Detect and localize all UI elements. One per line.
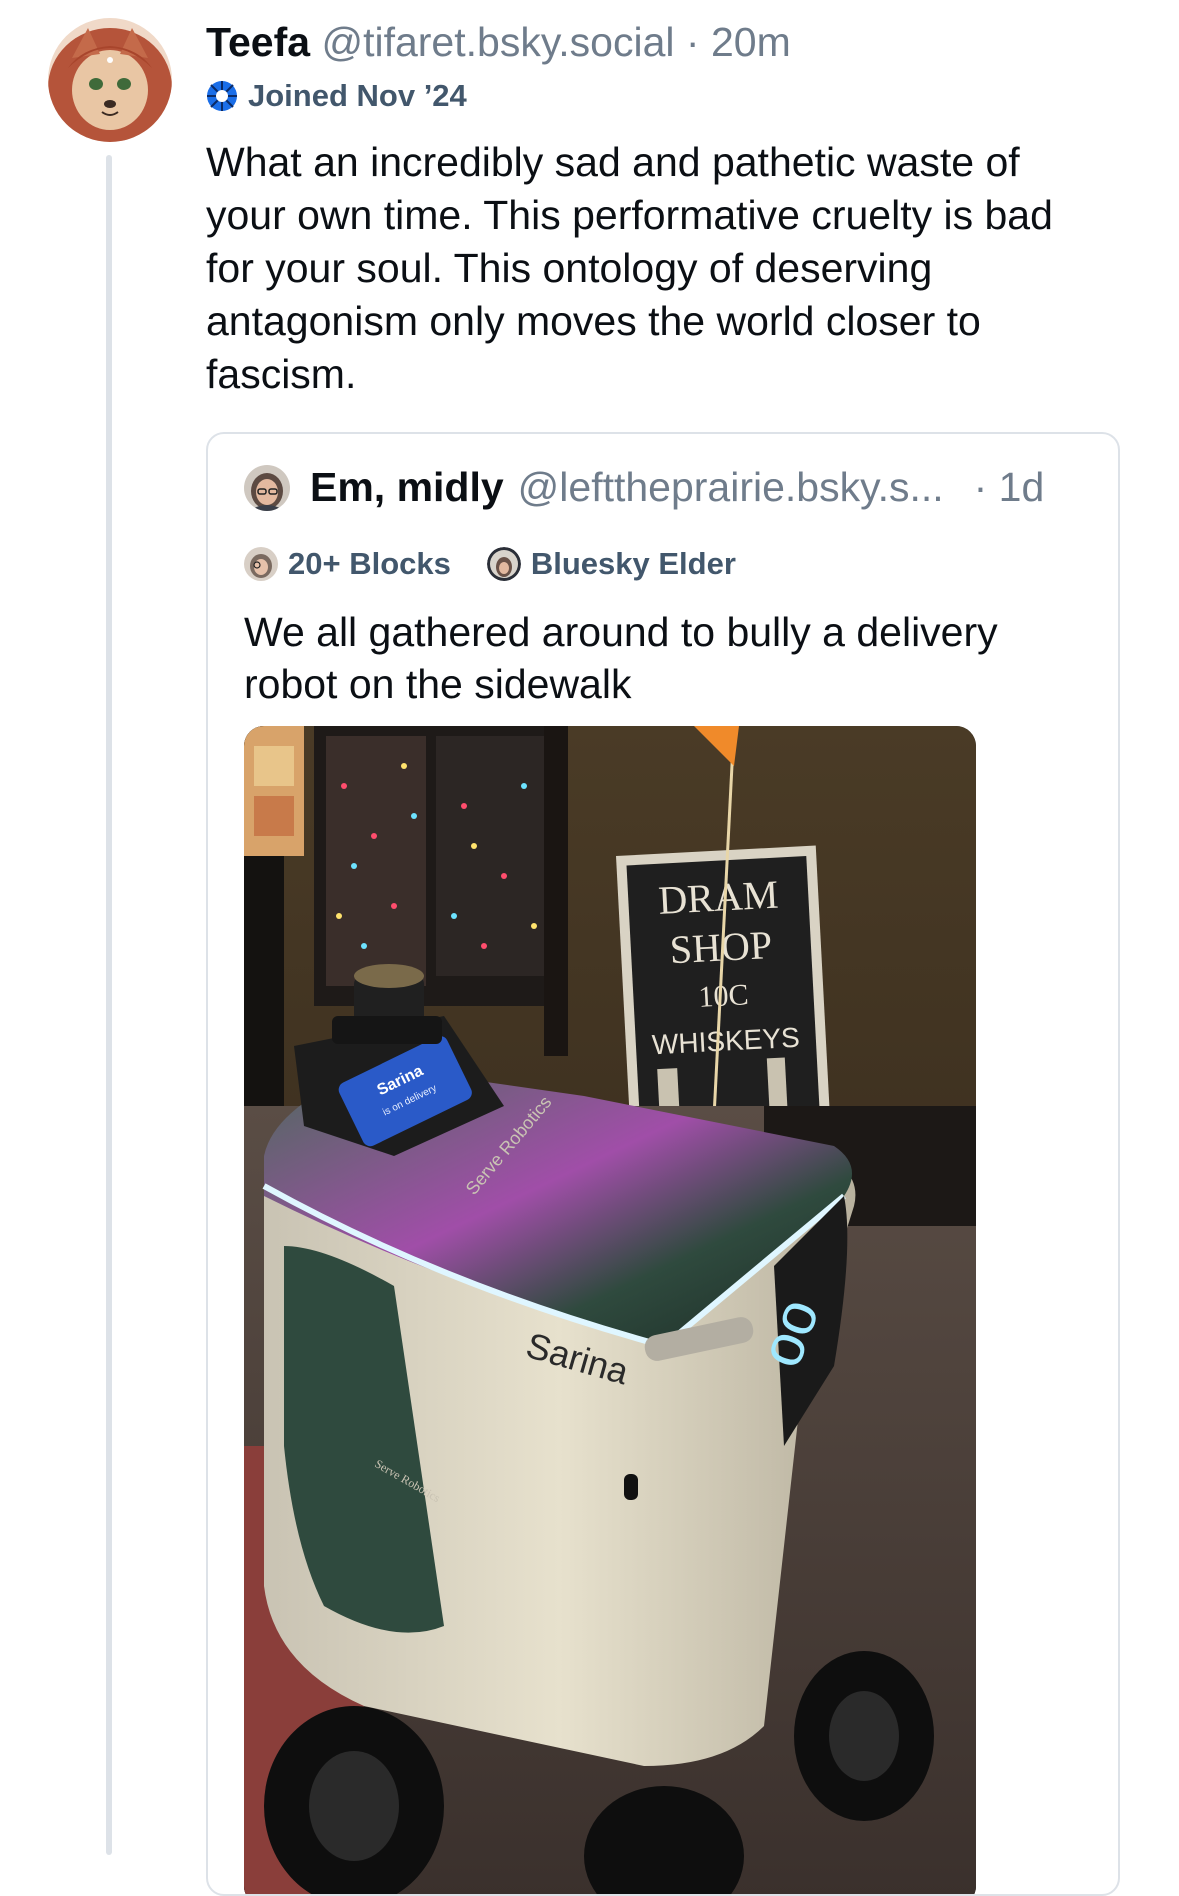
- quote-header: Em, midly @lefttheprairie.bsky.s... · 1d: [244, 464, 1104, 511]
- quote-timestamp[interactable]: · 1d: [974, 464, 1045, 511]
- joined-label: Joined Nov ’24: [248, 78, 467, 113]
- quote-handle[interactable]: @lefttheprairie.bsky.s...: [518, 464, 944, 511]
- avatar[interactable]: [48, 18, 172, 142]
- quote-text: We all gathered around to bully a delive…: [244, 609, 998, 707]
- separator: ·: [685, 19, 700, 65]
- sign-line-1: DRAM: [657, 872, 779, 923]
- robot-photo[interactable]: DRAM SHOP 10C WHISKEYS oo Sarina Serve R…: [244, 726, 976, 1894]
- blocks-badge: 20+ Blocks: [244, 546, 451, 582]
- joined-badge: Joined Nov ’24: [206, 74, 1126, 118]
- post: Teefa @tifaret.bsky.social · 20m Joined …: [206, 14, 1126, 401]
- quote-avatar[interactable]: [244, 464, 290, 511]
- blocks-badge-icon: [244, 547, 278, 581]
- timestamp[interactable]: 20m: [711, 19, 791, 65]
- elder-badge-icon: [486, 547, 521, 581]
- sign-line-3: 10C: [698, 978, 750, 1014]
- post-text: What an incredibly sad and pathetic wast…: [206, 139, 1053, 397]
- post-header: Teefa @tifaret.bsky.social · 20m: [206, 14, 1126, 70]
- quote-badges: 20+ Blocks Bluesky Elder: [244, 546, 772, 582]
- elder-badge: Bluesky Elder: [486, 546, 736, 582]
- quote-display-name[interactable]: Em, midly: [310, 464, 504, 511]
- handle[interactable]: @tifaret.bsky.social: [321, 19, 674, 65]
- bluesky-starburst-icon: [207, 81, 237, 111]
- elder-badge-label: Bluesky Elder: [530, 546, 736, 581]
- blocks-badge-label: 20+ Blocks: [288, 546, 451, 581]
- thread-line: [106, 155, 112, 1855]
- quote-post[interactable]: Em, midly @lefttheprairie.bsky.s... · 1d…: [206, 432, 1120, 1896]
- display-name[interactable]: Teefa: [206, 19, 310, 65]
